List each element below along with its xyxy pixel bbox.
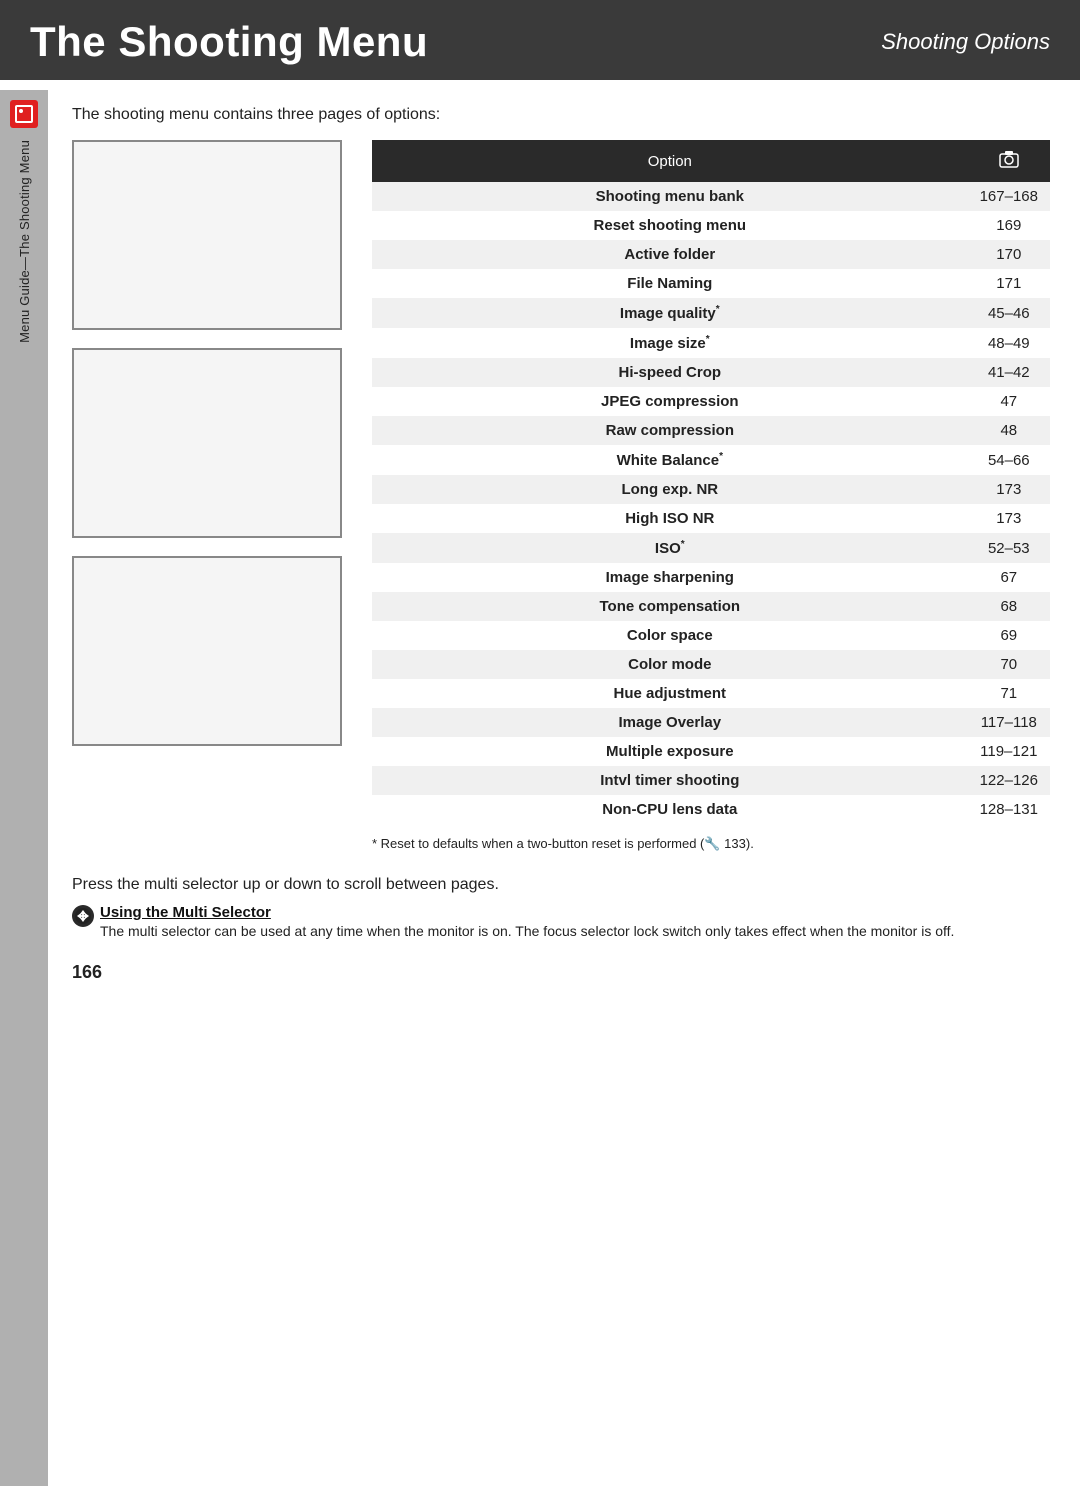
content-row: Option Shooting menu bank167–168Reset sh… — [72, 140, 1050, 854]
option-cell: Tone compensation — [372, 592, 968, 621]
option-cell: Shooting menu bank — [372, 182, 968, 211]
table-row: File Naming171 — [372, 269, 1050, 298]
page-title: The Shooting Menu — [30, 18, 428, 66]
pages-cell: 173 — [968, 475, 1050, 504]
tip-body: The multi selector can be used at any ti… — [100, 921, 954, 942]
option-cell: Hi-speed Crop — [372, 358, 968, 387]
intro-paragraph: The shooting menu contains three pages o… — [72, 106, 1050, 124]
table-row: Image quality*45–46 — [372, 298, 1050, 328]
table-header-row: Option — [372, 140, 1050, 182]
pages-cell: 171 — [968, 269, 1050, 298]
pages-cell: 48 — [968, 416, 1050, 445]
table-row: High ISO NR173 — [372, 504, 1050, 533]
option-cell: Image Overlay — [372, 708, 968, 737]
footnote: * Reset to defaults when a two-button re… — [372, 834, 892, 854]
table-row: Image sharpening67 — [372, 563, 1050, 592]
camera-screen-3 — [72, 556, 342, 746]
col-option-header: Option — [372, 140, 968, 182]
table-row: Color mode70 — [372, 650, 1050, 679]
pages-cell: 173 — [968, 504, 1050, 533]
pages-cell: 167–168 — [968, 182, 1050, 211]
pages-cell: 48–49 — [968, 328, 1050, 358]
option-cell: Intvl timer shooting — [372, 766, 968, 795]
option-cell: JPEG compression — [372, 387, 968, 416]
table-body: Shooting menu bank167–168Reset shooting … — [372, 182, 1050, 824]
col-pages-header — [968, 140, 1050, 182]
option-cell: Image sharpening — [372, 563, 968, 592]
options-table: Option Shooting menu bank167–168Reset sh… — [372, 140, 1050, 824]
option-cell: Long exp. NR — [372, 475, 968, 504]
table-row: Intvl timer shooting122–126 — [372, 766, 1050, 795]
table-row: Hi-speed Crop41–42 — [372, 358, 1050, 387]
table-row: Image Overlay117–118 — [372, 708, 1050, 737]
option-cell: Image quality* — [372, 298, 968, 328]
pages-cell: 69 — [968, 621, 1050, 650]
table-row: JPEG compression47 — [372, 387, 1050, 416]
option-cell: Non-CPU lens data — [372, 795, 968, 824]
table-row: Non-CPU lens data128–131 — [372, 795, 1050, 824]
option-cell: Active folder — [372, 240, 968, 269]
main-content: The shooting menu contains three pages o… — [52, 80, 1080, 1013]
table-row: Tone compensation68 — [372, 592, 1050, 621]
option-cell: Raw compression — [372, 416, 968, 445]
pages-cell: 67 — [968, 563, 1050, 592]
tip-box: Using the Multi Selector The multi selec… — [72, 904, 1050, 942]
table-row: Shooting menu bank167–168 — [372, 182, 1050, 211]
table-row: Active folder170 — [372, 240, 1050, 269]
pages-cell: 128–131 — [968, 795, 1050, 824]
camera-icon-inner — [15, 105, 33, 123]
options-table-container: Option Shooting menu bank167–168Reset sh… — [372, 140, 1050, 854]
camera-screens-column — [72, 140, 352, 746]
option-cell: Multiple exposure — [372, 737, 968, 766]
option-cell: Reset shooting menu — [372, 211, 968, 240]
option-cell: Hue adjustment — [372, 679, 968, 708]
tip-content: Using the Multi Selector The multi selec… — [100, 904, 954, 942]
pages-cell: 52–53 — [968, 533, 1050, 563]
pages-cell: 71 — [968, 679, 1050, 708]
tip-title: Using the Multi Selector — [100, 904, 954, 921]
camera-screen-2 — [72, 348, 342, 538]
camera-screen-1 — [72, 140, 342, 330]
option-cell: Image size* — [372, 328, 968, 358]
table-row: Reset shooting menu169 — [372, 211, 1050, 240]
pages-cell: 170 — [968, 240, 1050, 269]
table-row: Long exp. NR173 — [372, 475, 1050, 504]
option-cell: Color mode — [372, 650, 968, 679]
option-cell: File Naming — [372, 269, 968, 298]
pages-cell: 45–46 — [968, 298, 1050, 328]
option-cell: Color space — [372, 621, 968, 650]
press-selector-text: Press the multi selector up or down to s… — [72, 876, 1050, 894]
pages-cell: 169 — [968, 211, 1050, 240]
table-row: Multiple exposure119–121 — [372, 737, 1050, 766]
pages-cell: 70 — [968, 650, 1050, 679]
pages-cell: 119–121 — [968, 737, 1050, 766]
option-cell: High ISO NR — [372, 504, 968, 533]
option-cell: White Balance* — [372, 445, 968, 475]
tip-icon — [72, 905, 94, 927]
sidebar: Menu Guide—The Shooting Menu — [0, 90, 48, 1486]
page-header: The Shooting Menu Shooting Options — [0, 0, 1080, 80]
pages-cell: 68 — [968, 592, 1050, 621]
camera-icon — [10, 100, 38, 128]
sidebar-label: Menu Guide—The Shooting Menu — [17, 140, 32, 343]
table-row: Image size*48–49 — [372, 328, 1050, 358]
table-icon — [998, 148, 1020, 170]
pages-cell: 117–118 — [968, 708, 1050, 737]
table-row: Raw compression48 — [372, 416, 1050, 445]
table-row: White Balance*54–66 — [372, 445, 1050, 475]
pages-cell: 54–66 — [968, 445, 1050, 475]
page-number: 166 — [72, 962, 1050, 983]
table-row: Color space69 — [372, 621, 1050, 650]
page-subtitle: Shooting Options — [881, 29, 1050, 55]
pages-cell: 47 — [968, 387, 1050, 416]
multi-selector-icon — [74, 907, 92, 925]
table-row: Hue adjustment71 — [372, 679, 1050, 708]
table-row: ISO*52–53 — [372, 533, 1050, 563]
option-cell: ISO* — [372, 533, 968, 563]
pages-cell: 122–126 — [968, 766, 1050, 795]
pages-cell: 41–42 — [968, 358, 1050, 387]
